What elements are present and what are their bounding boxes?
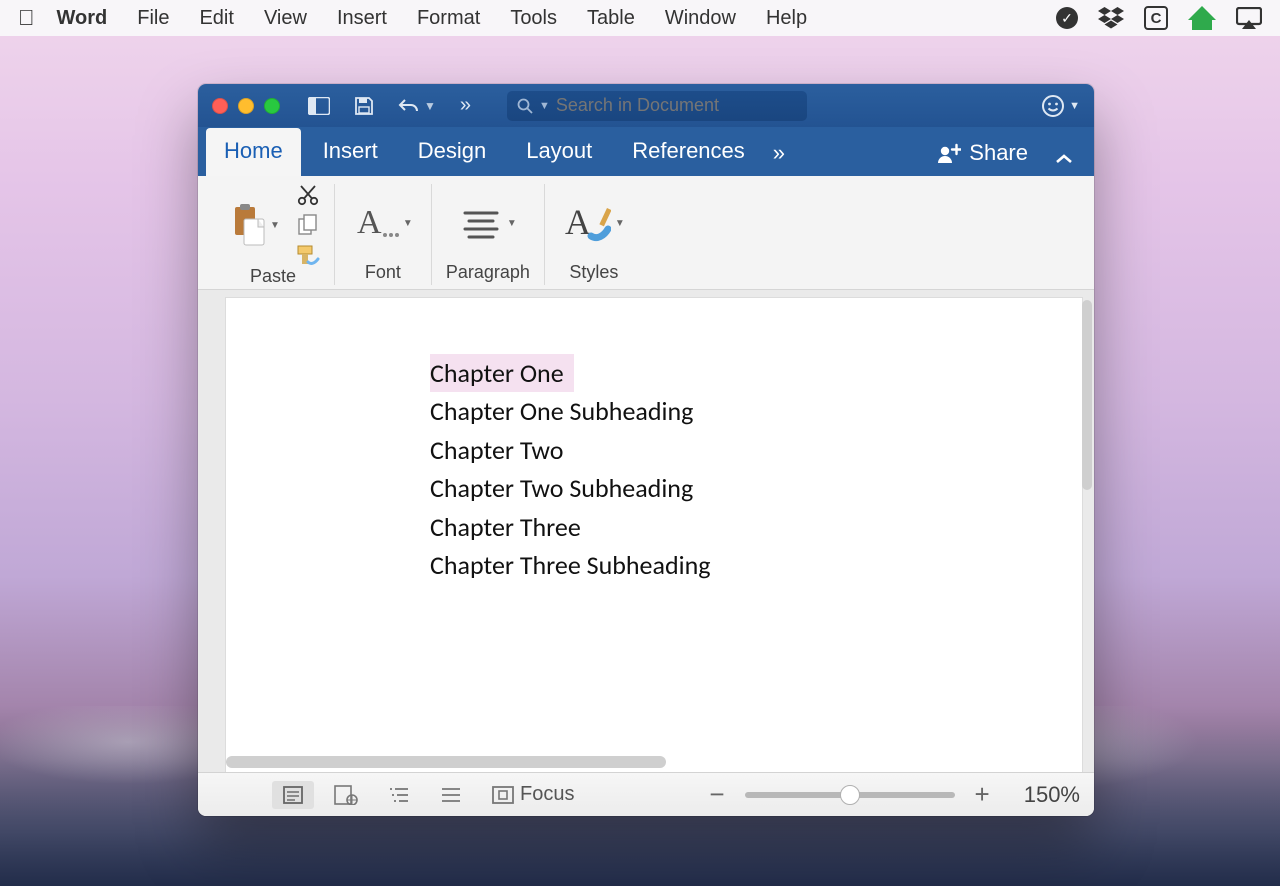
menu-file[interactable]: File — [137, 7, 169, 30]
tab-design[interactable]: Design — [400, 128, 504, 176]
document-page[interactable]: Chapter OneChapter One Subheading Chapter… — [226, 298, 1082, 772]
share-button[interactable]: Share — [927, 130, 1038, 176]
zoom-value[interactable]: 150% — [1024, 782, 1080, 808]
tabs-overflow-icon[interactable]: » — [767, 130, 791, 176]
group-label-styles: Styles — [569, 262, 618, 285]
menu-help[interactable]: Help — [766, 7, 807, 30]
menu-view[interactable]: View — [264, 7, 307, 30]
tray-home-icon[interactable] — [1188, 6, 1216, 30]
group-label-paste: Paste — [250, 266, 296, 289]
qat-overflow-icon[interactable]: » — [456, 92, 477, 119]
qat-undo-icon[interactable]: ▼ — [394, 95, 440, 117]
tray-airplay-icon[interactable] — [1236, 7, 1262, 29]
view-draft-icon[interactable] — [430, 781, 472, 809]
svg-text:A: A — [565, 202, 591, 242]
macos-menubar:  Word File Edit View Insert Format Tool… — [0, 0, 1280, 36]
document-area: Chapter OneChapter One Subheading Chapter… — [198, 290, 1094, 772]
share-label: Share — [969, 140, 1028, 166]
ribbon-tabs: Home Insert Design Layout References » S… — [198, 127, 1094, 176]
horizontal-scrollbar[interactable] — [226, 756, 666, 768]
menu-window[interactable]: Window — [665, 7, 736, 30]
search-input[interactable] — [556, 95, 797, 116]
qat-save-icon[interactable] — [350, 94, 378, 118]
group-clipboard: ▼ Paste — [212, 184, 334, 285]
menu-edit[interactable]: Edit — [199, 7, 233, 30]
document-line[interactable]: Chapter Two — [430, 434, 563, 466]
ribbon: ▼ Paste A ▼ Font — [198, 176, 1094, 290]
zoom-out-button[interactable]: − — [699, 779, 734, 810]
feedback-smile-button[interactable]: ▼ — [1041, 94, 1080, 118]
tab-insert[interactable]: Insert — [305, 128, 396, 176]
status-bar: Focus − + 150% — [198, 772, 1094, 816]
svg-text:A: A — [357, 204, 382, 241]
document-line[interactable]: Chapter Two Subheading — [430, 472, 693, 504]
document-line[interactable]: Chapter Three — [430, 511, 581, 543]
focus-mode-button[interactable]: Focus — [482, 779, 584, 810]
tab-layout[interactable]: Layout — [508, 128, 610, 176]
window-titlebar: ▼ » ▼ ▼ — [198, 84, 1094, 127]
app-menu[interactable]: Word — [57, 7, 108, 30]
menu-table[interactable]: Table — [587, 7, 635, 30]
zoom-in-button[interactable]: + — [965, 779, 1000, 810]
format-painter-icon[interactable] — [296, 244, 320, 266]
document-line[interactable]: Chapter Three Subheading — [430, 549, 710, 581]
search-in-document[interactable]: ▼ — [507, 91, 807, 121]
group-paragraph: ▼ Paragraph — [431, 184, 544, 285]
apple-menu-icon[interactable]:  — [18, 5, 35, 31]
menu-tools[interactable]: Tools — [510, 7, 557, 30]
styles-button[interactable]: A ▼ — [559, 200, 629, 246]
zoom-slider-thumb[interactable] — [840, 785, 860, 805]
window-zoom-button[interactable] — [264, 98, 280, 114]
document-line[interactable]: Chapter One Subheading — [430, 395, 693, 427]
view-outline-icon[interactable] — [378, 781, 420, 809]
zoom-slider[interactable] — [745, 792, 955, 798]
group-label-font: Font — [365, 262, 401, 285]
focus-label: Focus — [520, 783, 574, 806]
group-font: A ▼ Font — [334, 184, 431, 285]
copy-icon[interactable] — [297, 214, 319, 236]
tray-dropbox-icon[interactable] — [1098, 7, 1124, 29]
group-label-paragraph: Paragraph — [446, 262, 530, 285]
tray-check-icon[interactable]: ✓ — [1056, 7, 1078, 29]
view-print-layout-icon[interactable] — [272, 781, 314, 809]
menu-format[interactable]: Format — [417, 7, 480, 30]
tab-references[interactable]: References — [614, 128, 763, 176]
view-web-layout-icon[interactable] — [324, 781, 368, 809]
group-styles: A ▼ Styles — [544, 184, 643, 285]
tab-home[interactable]: Home — [206, 128, 301, 176]
collapse-ribbon-icon[interactable] — [1042, 142, 1086, 176]
document-line[interactable]: Chapter One — [430, 354, 574, 392]
window-minimize-button[interactable] — [238, 98, 254, 114]
paste-button[interactable]: ▼ — [226, 201, 284, 249]
menu-insert[interactable]: Insert — [337, 7, 387, 30]
vertical-scrollbar[interactable] — [1082, 300, 1092, 490]
word-window: ▼ » ▼ ▼ Home Insert Design Layout Refere… — [198, 84, 1094, 816]
cut-icon[interactable] — [297, 184, 319, 206]
window-close-button[interactable] — [212, 98, 228, 114]
paragraph-button[interactable]: ▼ — [455, 203, 521, 243]
font-button[interactable]: A ▼ — [349, 201, 417, 245]
tray-c-icon[interactable]: C — [1144, 6, 1168, 30]
qat-sidebar-icon[interactable] — [304, 95, 334, 117]
